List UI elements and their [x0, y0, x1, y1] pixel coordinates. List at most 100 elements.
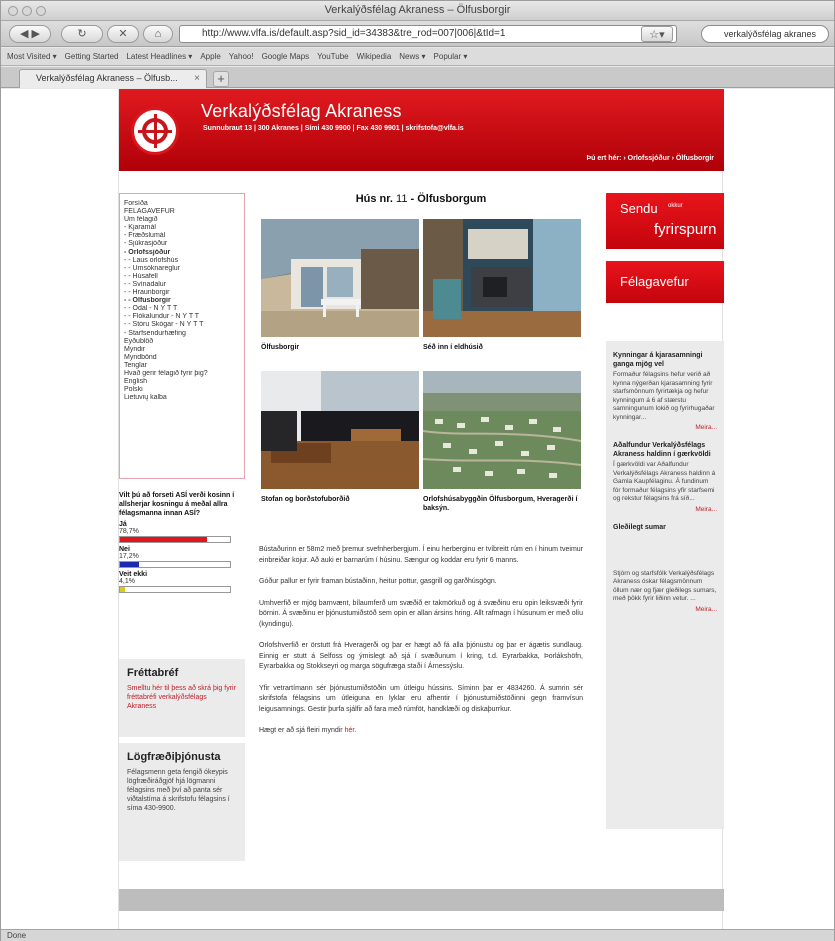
- sidebar-nav-item[interactable]: Lietuvių kalba: [124, 394, 240, 402]
- newsletter-link[interactable]: Smelltu hér til þess að skrá þig fyrir f…: [127, 684, 237, 711]
- sidebar-nav-item[interactable]: Eyðublöð: [124, 338, 240, 346]
- news-title[interactable]: Aðalfundur Verkalýðsfélags Akraness hald…: [613, 441, 717, 459]
- home-button[interactable]: ⌂: [143, 25, 173, 43]
- site-address: Sunnubraut 13 | 300 Akranes | Sími 430 9…: [203, 125, 464, 132]
- bookmark-item[interactable]: YouTube: [317, 52, 348, 61]
- back-forward-button[interactable]: ◀ ▶: [9, 25, 51, 43]
- sidebar-nav-item[interactable]: - Orlofssjóður: [124, 249, 240, 257]
- news-more-link[interactable]: Meira...: [613, 424, 717, 431]
- legal-service-box: Lögfræðiþjónusta Félagsmenn geta fengið …: [119, 743, 245, 861]
- poll-option[interactable]: Nei 17,2%: [119, 546, 245, 568]
- news-item: Aðalfundur Verkalýðsfélags Akraness hald…: [613, 441, 717, 513]
- new-tab-button[interactable]: +: [213, 71, 229, 87]
- news-more-link[interactable]: Meira...: [613, 506, 717, 513]
- bookmark-item[interactable]: Yahoo!: [229, 52, 254, 61]
- tab-current[interactable]: Verkalýðsfélag Akraness – Ölfusb... ×: [19, 69, 207, 88]
- sidebar-nav-item[interactable]: - - Stóru Skógar - N Ý T T: [124, 321, 240, 329]
- more-photos-link[interactable]: hér.: [345, 727, 357, 734]
- sidebar-nav-item[interactable]: FÉLAGAVEFUR: [124, 208, 240, 216]
- sidebar-nav-item[interactable]: - Starfsendurhæfing: [124, 330, 240, 338]
- photo-caption: Ölfusborgir: [261, 344, 300, 351]
- sidebar-nav-item[interactable]: - - Umsóknareglur: [124, 265, 240, 273]
- poll-result-bar: [119, 536, 231, 543]
- address-bar[interactable]: http://www.vlfa.is/default.asp?sid_id=34…: [179, 25, 677, 43]
- poll-option[interactable]: Veit ekki 4,1%: [119, 571, 245, 593]
- sidebar-nav-item[interactable]: Myndir: [124, 346, 240, 354]
- bookmark-item[interactable]: Google Maps: [262, 52, 310, 61]
- bookmark-item[interactable]: News ▾: [399, 52, 425, 61]
- back-arrow-icon: ◀: [20, 28, 29, 40]
- bookmark-item[interactable]: Wikipedia: [357, 52, 392, 61]
- page-title: Hús nr. 11 - Ölfusborgum: [355, 193, 487, 205]
- tab-close-icon[interactable]: ×: [194, 70, 200, 87]
- sidebar-nav-item[interactable]: - - Laus orlofshús: [124, 257, 240, 265]
- bookmark-item[interactable]: Latest Headlines ▾: [126, 52, 192, 61]
- news-item: Stjórn og starfsfólk Verkalýðsfélags Akr…: [613, 570, 717, 613]
- news-text: Formaður félagsins hefur verið að kynna …: [613, 371, 715, 421]
- sidebar-nav-item[interactable]: - - Flókalundur - N Ý T T: [124, 313, 240, 321]
- sidebar-nav-item[interactable]: Polski: [124, 386, 240, 394]
- news-item: Gleðilegt sumar: [613, 523, 717, 532]
- sidebar-nav-item[interactable]: - - Húsafell: [124, 273, 240, 281]
- photo-kitchen[interactable]: [423, 219, 581, 337]
- sidebar-nav-item[interactable]: Forsíða: [124, 200, 240, 208]
- poll-result-fill: [120, 587, 125, 592]
- news-column: Kynningar á kjarasamningi ganga mjög vel…: [606, 341, 724, 829]
- ship-wheel-logo[interactable]: [131, 107, 179, 155]
- main-content: Hús nr. 11 - Ölfusborgum: [259, 193, 583, 217]
- tab-label: Verkalýðsfélag Akraness – Ölfusb...: [36, 73, 178, 83]
- poll-option[interactable]: Já 78,7%: [119, 521, 245, 543]
- sidebar-nav-item[interactable]: - - Svínadalur: [124, 281, 240, 289]
- legal-title: Lögfræðiþjónusta: [127, 751, 221, 763]
- search-box[interactable]: verkalýðsfélag akranes: [701, 25, 829, 43]
- bookmark-item[interactable]: Apple: [200, 52, 220, 61]
- status-bar: Done: [1, 929, 834, 941]
- members-site-button[interactable]: Félagavefur: [606, 261, 724, 303]
- sidebar-nav-item[interactable]: - - Ödal - N Ý T T: [124, 305, 240, 313]
- sidebar-nav-item[interactable]: - Sjúkrasjóður: [124, 240, 240, 248]
- url-text: http://www.vlfa.is/default.asp?sid_id=34…: [202, 28, 506, 39]
- poll-option-label: Já: [119, 521, 127, 528]
- reload-button[interactable]: ↻: [61, 25, 103, 43]
- article-body: Bústaðurinn er 58m2 með þremur svefnherb…: [259, 545, 583, 748]
- more-photos-text: Hægt er að sjá fleiri myndir hér.: [259, 727, 357, 734]
- newsletter-title: Fréttabréf: [127, 667, 179, 679]
- bookmark-item[interactable]: Popular ▾: [434, 52, 468, 61]
- poll-option-percent: 78,7%: [119, 528, 139, 535]
- photo-aerial-village[interactable]: [423, 371, 581, 489]
- sidebar-nav-item[interactable]: Um félagið: [124, 216, 240, 224]
- breadcrumb[interactable]: Þú ert hér: › Orlofssjóður › Ölfusborgir: [586, 155, 714, 162]
- page-container: Verkalýðsfélag Akraness Sunnubraut 13 | …: [118, 89, 724, 929]
- news-item: Kynningar á kjarasamningi ganga mjög vel…: [613, 351, 717, 431]
- bookmarks-toolbar: Most Visited ▾ Getting Started Latest Head…: [1, 48, 834, 66]
- newsletter-box[interactable]: Fréttabréf Smelltu hér til þess að skrá …: [119, 659, 245, 737]
- site-name[interactable]: Verkalýðsfélag Akraness: [201, 101, 402, 122]
- search-text: verkalýðsfélag akranes: [724, 29, 817, 39]
- legal-text: Félagsmenn geta fengið ókeypis lögfræðir…: [127, 769, 230, 812]
- sidebar-nav-item[interactable]: Myndbönd: [124, 354, 240, 362]
- sidebar-nav-item[interactable]: Hvað gerir félagið fyrir þig?: [124, 370, 240, 378]
- photo-caption: Orlofshúsabyggðin Ölfusborgum, Hveragerð…: [423, 496, 578, 512]
- stop-button[interactable]: ✕: [107, 25, 139, 43]
- photo-house-exterior[interactable]: [261, 219, 419, 337]
- bookmark-item[interactable]: Most Visited ▾: [7, 52, 57, 61]
- news-title[interactable]: Kynningar á kjarasamningi ganga mjög vel: [613, 351, 717, 369]
- sidebar-nav-item[interactable]: - Fræðslumál: [124, 232, 240, 240]
- sidebar-nav-item[interactable]: - Kjaramál: [124, 224, 240, 232]
- bookmark-star-button[interactable]: ☆▾: [641, 26, 673, 42]
- news-title[interactable]: Gleðilegt sumar: [613, 523, 717, 532]
- send-inquiry-button[interactable]: Sendu okkur fyrirspurn: [606, 193, 724, 249]
- site-header: Verkalýðsfélag Akraness Sunnubraut 13 | …: [119, 89, 724, 171]
- photo-caption: Séð inn í eldhúsið: [423, 344, 483, 351]
- bookmark-item[interactable]: Getting Started: [65, 52, 119, 61]
- left-navigation: Forsíða FÉLAGAVEFUR Um félagið - Kjaramál - …: [119, 193, 245, 479]
- house-number: 11: [396, 193, 408, 205]
- photo-living-room[interactable]: [261, 371, 419, 489]
- sidebar-nav-item[interactable]: - - Ölfusborgir: [124, 297, 240, 305]
- article-paragraph: Umhverfið er mjög barnvænt, bílaumferð u…: [259, 599, 583, 628]
- news-more-link[interactable]: Meira...: [613, 606, 717, 613]
- sidebar-nav-item[interactable]: Tenglar: [124, 362, 240, 370]
- poll-option-percent: 4,1%: [119, 578, 135, 585]
- sidebar-nav-item[interactable]: - - Hraunborgir: [124, 289, 240, 297]
- sidebar-nav-item[interactable]: English: [124, 378, 240, 386]
